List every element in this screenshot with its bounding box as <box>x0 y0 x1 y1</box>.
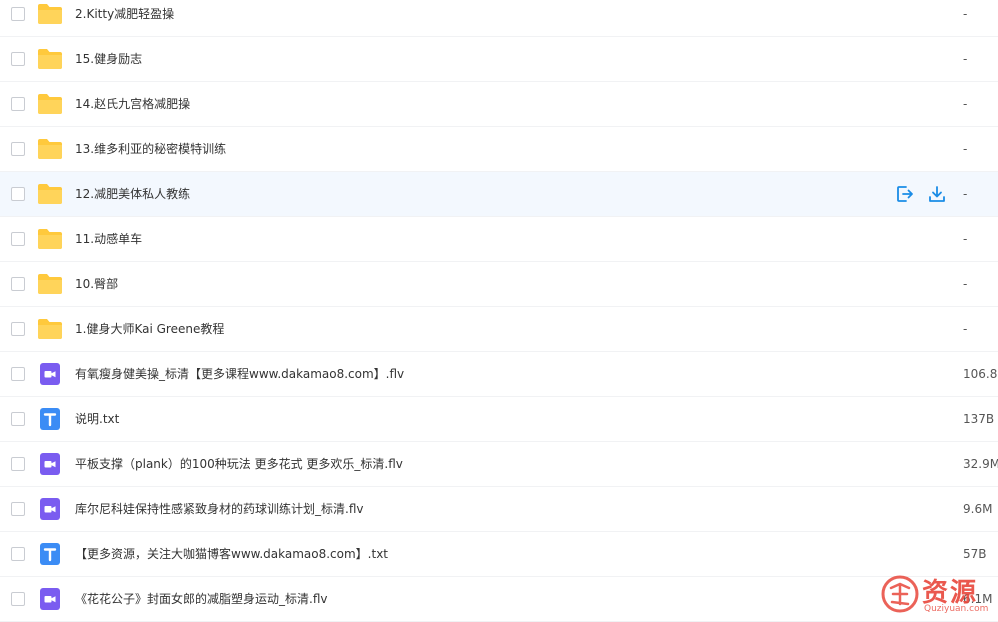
file-name[interactable]: 15.健身励志 <box>75 51 142 67</box>
row-checkbox[interactable] <box>11 232 25 246</box>
row-checkbox[interactable] <box>11 187 25 201</box>
file-size: - <box>963 277 968 291</box>
video-file-icon <box>37 453 63 475</box>
folder-icon <box>37 273 63 295</box>
video-file-icon <box>37 363 63 385</box>
file-name[interactable]: 2.Kitty减肥轻盈操 <box>75 6 174 22</box>
file-name[interactable]: 《花花公子》封面女郎的减脂塑身运动_标清.flv <box>75 591 327 607</box>
folder-icon <box>37 183 63 205</box>
text-file-icon <box>37 408 63 430</box>
file-row[interactable]: 【更多资源，关注大咖猫博客www.dakamao8.com】.txt 57B <box>0 532 998 577</box>
file-row[interactable]: 10.臀部 - <box>0 262 998 307</box>
file-size: 6.1M <box>963 592 993 606</box>
file-name[interactable]: 14.赵氏九宫格减肥操 <box>75 96 190 112</box>
file-size: 32.9M <box>963 457 998 471</box>
file-size: 137B <box>963 412 995 426</box>
folder-icon <box>37 228 63 250</box>
file-name[interactable]: 库尔尼科娃保持性感紧致身材的药球训练计划_标清.flv <box>75 501 363 517</box>
row-checkbox[interactable] <box>11 502 25 516</box>
row-checkbox[interactable] <box>11 457 25 471</box>
video-file-icon <box>37 588 63 610</box>
file-row[interactable]: 15.健身励志 - <box>0 37 998 82</box>
folder-icon <box>37 318 63 340</box>
download-icon[interactable] <box>927 184 947 204</box>
file-name[interactable]: 平板支撑（plank）的100种玩法 更多花式 更多欢乐_标清.flv <box>75 456 403 472</box>
file-name[interactable]: 10.臀部 <box>75 276 118 292</box>
file-name[interactable]: 11.动感单车 <box>75 231 142 247</box>
file-size: 9.6M <box>963 502 993 516</box>
file-size: - <box>963 232 968 246</box>
row-checkbox[interactable] <box>11 547 25 561</box>
file-row[interactable]: 13.维多利亚的秘密模特训练 - <box>0 127 998 172</box>
file-size: - <box>963 142 968 156</box>
file-row[interactable]: 库尔尼科娃保持性感紧致身材的药球训练计划_标清.flv 9.6M <box>0 487 998 532</box>
folder-icon <box>37 48 63 70</box>
file-row[interactable]: 12.减肥美体私人教练 - <box>0 172 998 217</box>
file-row[interactable]: 1.健身大师Kai Greene教程 - <box>0 307 998 352</box>
file-size: - <box>963 52 968 66</box>
text-file-icon <box>37 543 63 565</box>
file-size: - <box>963 7 968 21</box>
file-size: - <box>963 97 968 111</box>
video-file-icon <box>37 498 63 520</box>
folder-icon <box>37 3 63 25</box>
file-size: - <box>963 187 968 201</box>
file-size: - <box>963 322 968 336</box>
file-name[interactable]: 有氧瘦身健美操_标清【更多课程www.dakamao8.com】.flv <box>75 366 404 382</box>
file-size: 57B <box>963 547 987 561</box>
row-checkbox[interactable] <box>11 97 25 111</box>
row-checkbox[interactable] <box>11 7 25 21</box>
row-actions <box>895 184 947 204</box>
file-row[interactable]: 2.Kitty减肥轻盈操 - <box>0 0 998 37</box>
file-name[interactable]: 【更多资源，关注大咖猫博客www.dakamao8.com】.txt <box>75 546 388 562</box>
row-checkbox[interactable] <box>11 367 25 381</box>
row-checkbox[interactable] <box>11 52 25 66</box>
file-name[interactable]: 13.维多利亚的秘密模特训练 <box>75 141 226 157</box>
file-row[interactable]: 14.赵氏九宫格减肥操 - <box>0 82 998 127</box>
file-size: 106.8M <box>963 367 998 381</box>
row-checkbox[interactable] <box>11 412 25 426</box>
file-row[interactable]: 平板支撑（plank）的100种玩法 更多花式 更多欢乐_标清.flv 32.9M <box>0 442 998 487</box>
file-name[interactable]: 12.减肥美体私人教练 <box>75 186 190 202</box>
file-row[interactable]: 说明.txt 137B <box>0 397 998 442</box>
file-name[interactable]: 1.健身大师Kai Greene教程 <box>75 321 224 337</box>
file-list: 2.Kitty减肥轻盈操 -15.健身励志 -14.赵氏九宫格减肥操 -13.维多利亚… <box>0 0 998 622</box>
file-row[interactable]: 《花花公子》封面女郎的减脂塑身运动_标清.flv 6.1M <box>0 577 998 622</box>
folder-icon <box>37 93 63 115</box>
file-name[interactable]: 说明.txt <box>75 411 119 427</box>
share-icon[interactable] <box>895 184 915 204</box>
file-row[interactable]: 有氧瘦身健美操_标清【更多课程www.dakamao8.com】.flv 106.… <box>0 352 998 397</box>
row-checkbox[interactable] <box>11 592 25 606</box>
row-checkbox[interactable] <box>11 277 25 291</box>
file-row[interactable]: 11.动感单车 - <box>0 217 998 262</box>
folder-icon <box>37 138 63 160</box>
row-checkbox[interactable] <box>11 322 25 336</box>
row-checkbox[interactable] <box>11 142 25 156</box>
